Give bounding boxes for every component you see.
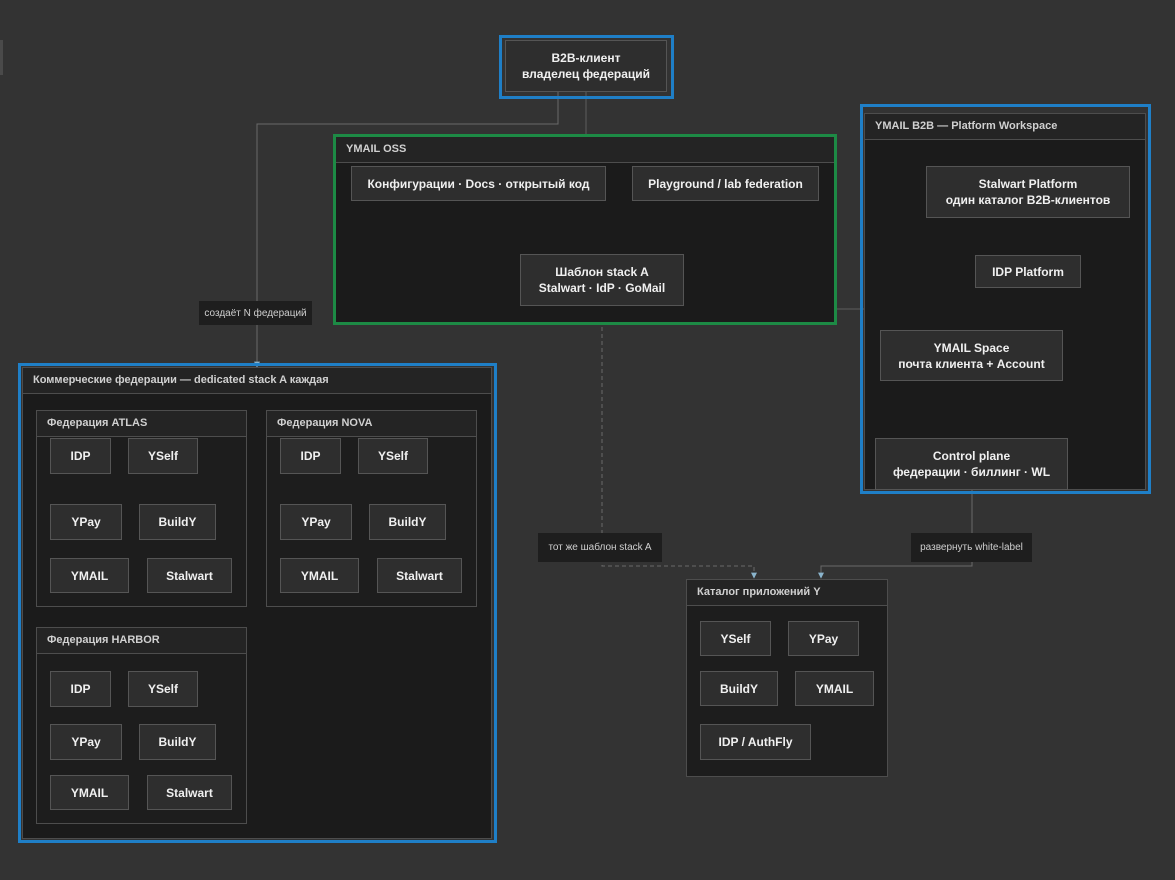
- idp-platform-label: IDP Platform: [992, 264, 1064, 279]
- atlas-app-idp[interactable]: IDP: [50, 438, 111, 474]
- stalwart-platform-node[interactable]: Stalwart Platform один каталог B2B-клиен…: [926, 166, 1130, 218]
- nova-app-buildy-label: BuildY: [388, 515, 427, 529]
- atlas-app-ypay[interactable]: YPay: [50, 504, 122, 540]
- harbor-app-yself[interactable]: YSelf: [128, 671, 198, 707]
- atlas-app-idp-label: IDP: [70, 449, 91, 463]
- nova-app-ypay[interactable]: YPay: [280, 504, 352, 540]
- playground-label: Playground / lab federation: [648, 176, 803, 191]
- catalog-app-idp-authfly[interactable]: IDP / AuthFly: [700, 724, 811, 760]
- control-plane-node[interactable]: Control plane федерации · биллинг · WL: [875, 438, 1068, 490]
- control-line2: федерации · биллинг · WL: [892, 465, 1051, 479]
- stalwart-line2: один каталог B2B-клиентов: [945, 193, 1111, 207]
- catalog-app-ypay[interactable]: YPay: [788, 621, 859, 656]
- atlas-app-ypay-label: YPay: [71, 515, 101, 529]
- nova-app-idp[interactable]: IDP: [280, 438, 341, 474]
- nova-app-stalwart[interactable]: Stalwart: [377, 558, 462, 593]
- idp-platform-node[interactable]: IDP Platform: [975, 255, 1081, 288]
- harbor-app-ymail-label: YMAIL: [70, 785, 109, 800]
- atlas-app-stalwart[interactable]: Stalwart: [147, 558, 232, 593]
- federation-nova-title: Федерация NOVA: [267, 411, 476, 437]
- harbor-app-ypay-label: YPay: [71, 735, 101, 749]
- harbor-app-ymail[interactable]: YMAIL: [50, 775, 129, 810]
- space-line2: почта клиента + Account: [898, 356, 1045, 371]
- space-line1: YMAIL Space: [933, 340, 1010, 355]
- nova-app-ymail-label: YMAIL: [300, 568, 339, 583]
- atlas-app-buildy-label: BuildY: [158, 515, 197, 529]
- federation-atlas-title: Федерация ATLAS: [37, 411, 246, 437]
- control-line1: Control plane: [932, 449, 1011, 463]
- atlas-app-buildy[interactable]: BuildY: [139, 504, 216, 540]
- harbor-app-buildy[interactable]: BuildY: [139, 724, 216, 760]
- harbor-app-stalwart[interactable]: Stalwart: [147, 775, 232, 810]
- playground-node[interactable]: Playground / lab federation: [632, 166, 819, 201]
- edge-label-creates: создаёт N федераций: [199, 301, 312, 325]
- atlas-app-ymail[interactable]: YMAIL: [50, 558, 129, 593]
- stalwart-line1: Stalwart Platform: [978, 177, 1078, 191]
- atlas-app-ymail-label: YMAIL: [70, 568, 109, 583]
- catalog-app-buildy-label: BuildY: [720, 681, 758, 696]
- edge-label-same-template: тот же шаблон stack A: [538, 533, 662, 562]
- catalog-app-buildy[interactable]: BuildY: [700, 671, 778, 706]
- catalog-app-ymail-label: YMAIL: [815, 681, 854, 696]
- atlas-app-yself[interactable]: YSelf: [128, 438, 198, 474]
- ymail-space-node[interactable]: YMAIL Space почта клиента + Account: [880, 330, 1063, 381]
- app-catalog-title: Каталог приложений Y: [687, 580, 887, 606]
- catalog-app-yself[interactable]: YSelf: [700, 621, 771, 656]
- platform-highlight: [860, 104, 1151, 494]
- client-line2: владелец федераций: [521, 67, 651, 81]
- atlas-app-stalwart-label: Stalwart: [166, 568, 213, 583]
- configs-node[interactable]: Конфигурации · Docs · открытый код: [351, 166, 606, 201]
- atlas-app-yself-label: YSelf: [147, 449, 178, 463]
- nova-app-yself-label: YSelf: [377, 449, 408, 463]
- federation-harbor-title: Федерация HARBOR: [37, 628, 246, 654]
- harbor-app-ypay[interactable]: YPay: [50, 724, 122, 760]
- nova-app-buildy[interactable]: BuildY: [369, 504, 446, 540]
- edge-label-deploy-wl: развернуть white-label: [911, 533, 1032, 562]
- nova-app-idp-label: IDP: [300, 449, 321, 463]
- catalog-app-idp-label: IDP / AuthFly: [718, 735, 793, 749]
- harbor-app-idp[interactable]: IDP: [50, 671, 111, 707]
- template-line1: Шаблон stack A: [555, 265, 649, 279]
- template-line2: Stalwart · IdP · GoMail: [538, 281, 666, 295]
- harbor-app-yself-label: YSelf: [147, 682, 178, 696]
- nova-app-ypay-label: YPay: [301, 515, 331, 529]
- catalog-app-ypay-label: YPay: [808, 631, 839, 646]
- harbor-app-buildy-label: BuildY: [158, 735, 197, 749]
- nova-app-ymail[interactable]: YMAIL: [280, 558, 359, 593]
- catalog-app-yself-label: YSelf: [720, 631, 751, 646]
- harbor-app-stalwart-label: Stalwart: [166, 785, 213, 800]
- configs-label: Конфигурации · Docs · открытый код: [367, 176, 590, 191]
- harbor-app-idp-label: IDP: [70, 682, 91, 696]
- catalog-app-ymail[interactable]: YMAIL: [795, 671, 874, 706]
- nova-app-yself[interactable]: YSelf: [358, 438, 428, 474]
- b2b-client-node[interactable]: B2B-клиент владелец федераций: [505, 40, 667, 92]
- nova-app-stalwart-label: Stalwart: [396, 568, 443, 583]
- template-node[interactable]: Шаблон stack A Stalwart · IdP · GoMail: [520, 254, 684, 306]
- client-line1: B2B-клиент: [551, 51, 621, 65]
